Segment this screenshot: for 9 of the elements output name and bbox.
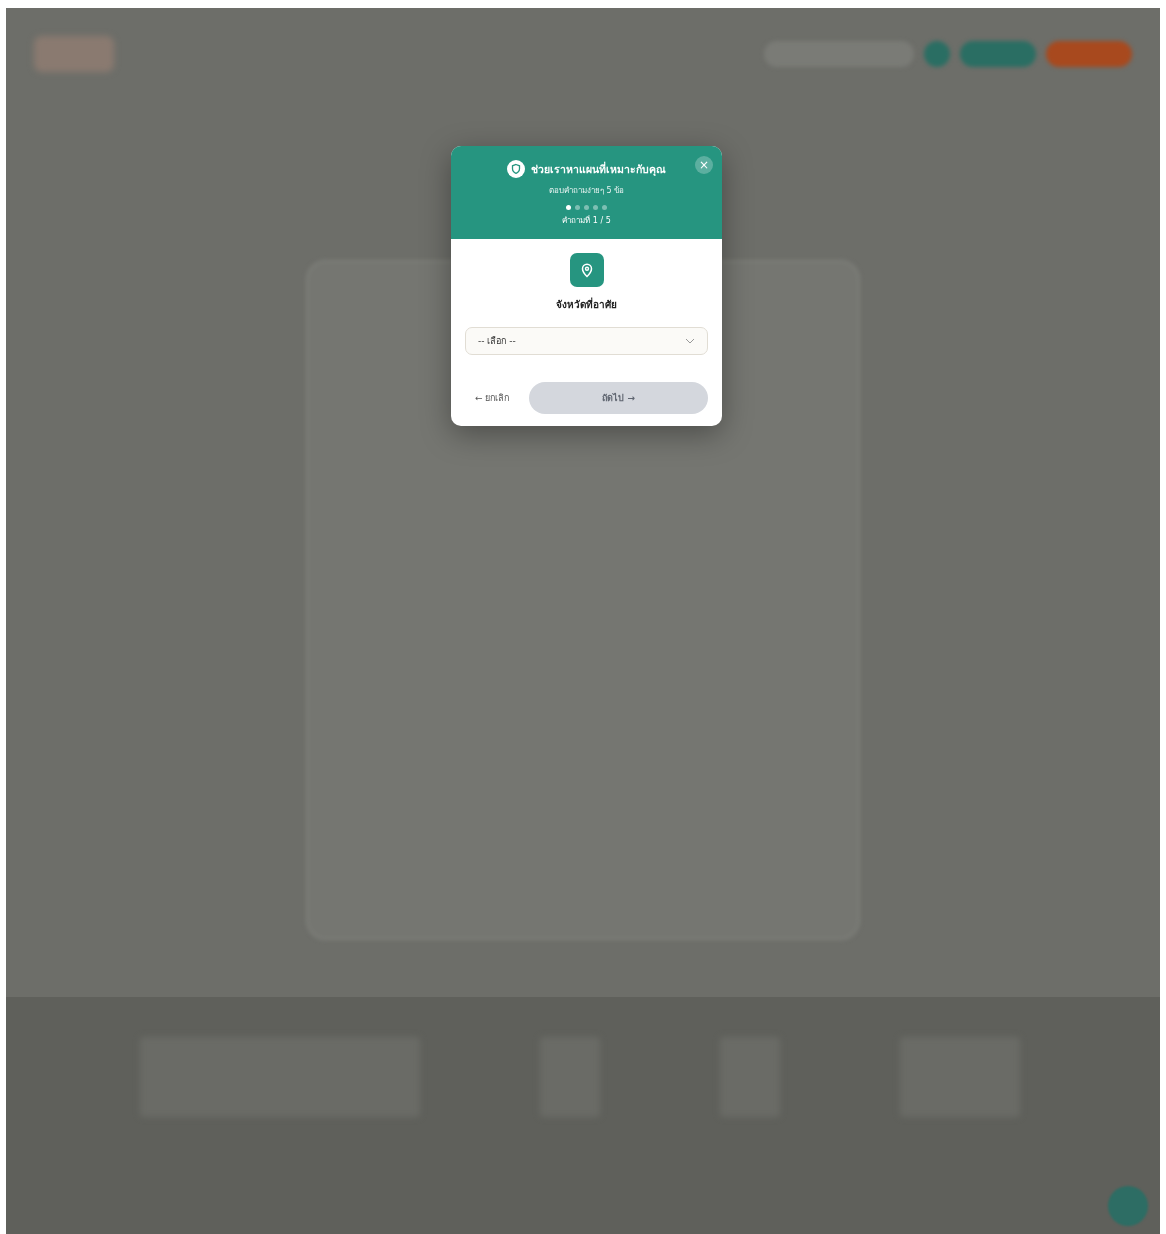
cancel-button[interactable]: ← ยกเลิก <box>465 387 520 409</box>
chevron-down-icon <box>685 338 695 344</box>
dialog-subtitle: ตอบคำถามง่ายๆ 5 ข้อ <box>548 185 625 197</box>
question-label: จังหวัดที่อาศัย <box>556 297 617 312</box>
province-select[interactable]: -- เลือก -- <box>465 327 708 355</box>
step-counter: คำถามที่ 1 / 5 <box>562 214 611 227</box>
shield-icon <box>507 160 525 178</box>
location-pin-icon <box>569 253 604 287</box>
dialog-title: ช่วยเราหาแผนที่เหมาะกับคุณ <box>531 160 666 178</box>
